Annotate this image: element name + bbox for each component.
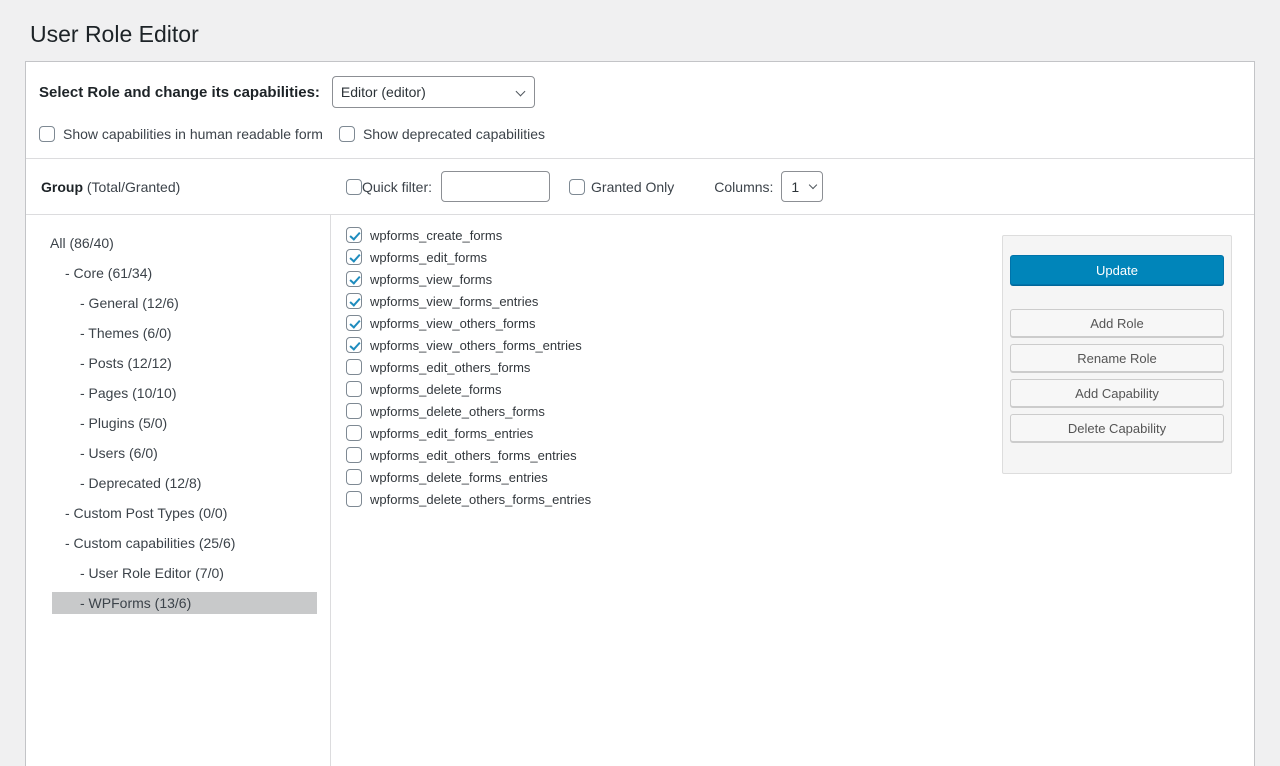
capability-checkbox[interactable] [346,293,362,309]
capability-label: wpforms_edit_others_forms_entries [370,448,577,463]
group-item[interactable]: - Custom capabilities (25/6) [26,528,330,558]
capability-checkbox[interactable] [346,249,362,265]
group-item[interactable]: - Core (61/34) [26,258,330,288]
capability-checkbox[interactable] [346,469,362,485]
deprecated-label: Show deprecated capabilities [363,126,545,142]
group-item[interactable]: - Posts (12/12) [26,348,330,378]
capability-row[interactable]: wpforms_delete_others_forms_entries [346,491,1002,507]
group-item[interactable]: - Users (6/0) [26,438,330,468]
capability-row[interactable]: wpforms_edit_forms [346,249,1002,265]
capability-checkbox[interactable] [346,403,362,419]
human-readable-checkbox[interactable] [39,126,55,142]
add-capability-button[interactable]: Add Capability [1010,379,1224,407]
list-header: Group (Total/Granted) Quick filter: Gran… [26,159,1254,215]
capability-checkbox[interactable] [346,447,362,463]
group-header-hint: (Total/Granted) [83,179,180,195]
capability-checkbox[interactable] [346,315,362,331]
capability-checkbox[interactable] [346,425,362,441]
capability-label: wpforms_view_forms [370,272,492,287]
capability-row[interactable]: wpforms_view_others_forms [346,315,1002,331]
capability-checkbox[interactable] [346,491,362,507]
capability-checkbox[interactable] [346,271,362,287]
capability-checkbox[interactable] [346,359,362,375]
actions-panel: Update Add Role Rename Role Add Capabili… [1002,235,1232,474]
columns-label: Columns: [714,179,773,195]
columns-select[interactable]: 1 [781,171,823,202]
display-options-row: Show capabilities in human readable form… [26,110,1254,159]
add-role-button[interactable]: Add Role [1010,309,1224,337]
granted-only-label: Granted Only [591,179,674,195]
human-readable-option[interactable]: Show capabilities in human readable form [39,126,323,142]
group-item[interactable]: All (86/40) [26,228,330,258]
capability-label: wpforms_edit_forms_entries [370,426,533,441]
capability-row[interactable]: wpforms_edit_others_forms_entries [346,447,1002,463]
capabilities-list: wpforms_create_forms wpforms_edit_formswp… [331,215,1002,766]
capability-row[interactable]: wpforms_delete_forms [346,381,1002,397]
capability-row[interactable]: wpforms_edit_forms_entries [346,425,1002,441]
granted-only-option[interactable]: Granted Only [569,179,674,195]
groups-tree: All (86/40)- Core (61/34)- General (12/6… [26,215,331,766]
capability-label: wpforms_view_forms_entries [370,294,538,309]
capability-row[interactable]: wpforms_create_forms [346,227,1002,243]
update-button[interactable]: Update [1010,255,1224,285]
delete-capability-button[interactable]: Delete Capability [1010,414,1224,442]
capability-label: wpforms_view_others_forms_entries [370,338,582,353]
capability-label: wpforms_create_forms [370,228,502,243]
group-item[interactable]: - General (12/6) [26,288,330,318]
rename-role-button[interactable]: Rename Role [1010,344,1224,372]
capability-label: wpforms_view_others_forms [370,316,535,331]
group-item[interactable]: - Plugins (5/0) [26,408,330,438]
capability-row[interactable]: wpforms_view_others_forms_entries [346,337,1002,353]
user-role-editor-panel: Select Role and change its capabilities:… [25,61,1255,766]
capability-label: wpforms_edit_forms [370,250,487,265]
select-all-checkbox[interactable] [346,179,362,195]
human-readable-label: Show capabilities in human readable form [63,126,323,142]
select-role-label: Select Role and change its capabilities: [39,84,320,101]
quick-filter-input[interactable] [441,171,550,202]
role-select-wrap: Editor (editor) [332,76,535,108]
deprecated-option[interactable]: Show deprecated capabilities [339,126,545,142]
group-item[interactable]: - WPForms (13/6) [52,592,317,614]
group-item[interactable]: - User Role Editor (7/0) [26,558,330,588]
group-item[interactable]: - Deprecated (12/8) [26,468,330,498]
filter-controls: Quick filter: Granted Only Columns: 1 [331,171,1254,202]
capability-checkbox[interactable] [346,381,362,397]
deprecated-checkbox[interactable] [339,126,355,142]
capability-checkbox[interactable] [346,227,362,243]
quick-filter-label: Quick filter: [362,179,432,195]
capability-row[interactable]: wpforms_delete_others_forms [346,403,1002,419]
capability-row[interactable]: wpforms_view_forms [346,271,1002,287]
capability-row[interactable]: wpforms_view_forms_entries [346,293,1002,309]
group-header-title: Group [41,179,83,195]
capability-row[interactable]: wpforms_delete_forms_entries [346,469,1002,485]
granted-only-checkbox[interactable] [569,179,585,195]
capability-label: wpforms_edit_others_forms [370,360,530,375]
capability-label: wpforms_delete_others_forms [370,404,545,419]
capability-label: wpforms_delete_forms [370,382,502,397]
group-item[interactable]: - Themes (6/0) [26,318,330,348]
list-body: All (86/40)- Core (61/34)- General (12/6… [26,215,1254,766]
capability-label: wpforms_delete_forms_entries [370,470,548,485]
group-item[interactable]: - Custom Post Types (0/0) [26,498,330,528]
capability-row[interactable]: wpforms_edit_others_forms [346,359,1002,375]
role-select[interactable]: Editor (editor) [332,76,535,108]
role-selector-row: Select Role and change its capabilities:… [26,62,1254,110]
capability-label: wpforms_delete_others_forms_entries [370,492,591,507]
columns-select-wrap: 1 [781,171,823,202]
capability-checkbox[interactable] [346,337,362,353]
group-header: Group (Total/Granted) [26,179,331,195]
page-title: User Role Editor [0,0,1280,61]
group-item[interactable]: - Pages (10/10) [26,378,330,408]
